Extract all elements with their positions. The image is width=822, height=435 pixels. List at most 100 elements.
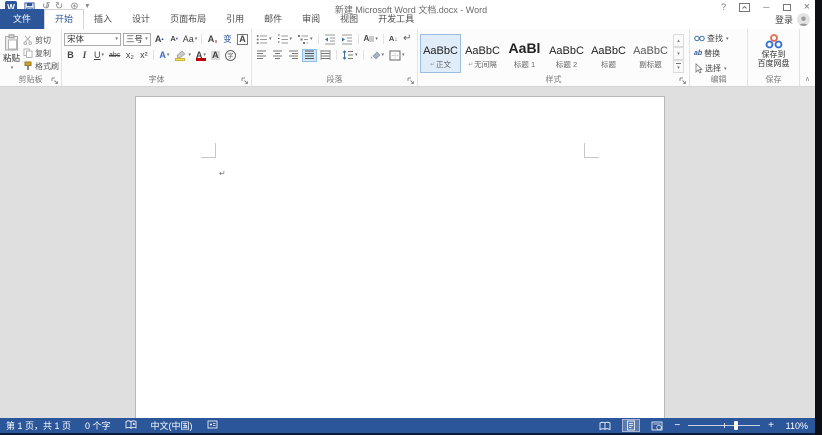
minimize-icon[interactable]: ─ — [763, 2, 769, 12]
format-painter-button[interactable]: 格式刷 — [23, 60, 59, 72]
find-button[interactable]: 查找 ▾ — [694, 32, 745, 45]
copy-button[interactable]: 复制 — [23, 47, 59, 59]
tab-references[interactable]: 引用 — [216, 9, 254, 29]
style-heading2[interactable]: AaBbC 标题 2 — [546, 34, 587, 73]
superscript-button[interactable]: x² — [137, 49, 150, 62]
justify-icon — [304, 50, 315, 60]
sort-button[interactable]: A↓ — [387, 33, 400, 46]
justify-button[interactable] — [302, 49, 317, 62]
line-spacing-button[interactable]: ▾ — [340, 49, 360, 62]
tab-developer[interactable]: 开发工具 — [368, 9, 424, 29]
proofing-status[interactable] — [125, 420, 137, 432]
zoom-slider[interactable] — [688, 419, 760, 432]
close-icon[interactable]: × — [804, 2, 810, 12]
print-layout-button[interactable] — [622, 419, 640, 432]
font-name-combobox[interactable]: 宋体▾ — [64, 33, 121, 46]
style-normal[interactable]: AaBbC ↵正文 — [420, 34, 461, 73]
zoom-in-icon[interactable]: + — [768, 421, 774, 431]
tab-review[interactable]: 审阅 — [292, 9, 330, 29]
word-count-status[interactable]: 0 个字 — [85, 419, 111, 432]
underline-button[interactable]: U▾ — [92, 49, 106, 62]
style-title[interactable]: AaBbC 标题 — [588, 34, 629, 73]
subscript-button[interactable]: x₂ — [123, 49, 136, 62]
zoom-out-icon[interactable]: − — [674, 421, 680, 431]
asian-layout-button[interactable]: A▾ — [362, 33, 380, 46]
document-page[interactable]: ↵ — [135, 96, 665, 418]
save-to-baidu-button[interactable]: 保存到 百度网盘 — [750, 32, 797, 68]
character-shading-button[interactable]: A — [209, 49, 222, 62]
styles-more-icon[interactable]: ▾ — [673, 60, 684, 73]
proofing-book-icon — [125, 420, 137, 430]
align-right-button[interactable] — [286, 49, 301, 62]
text-effects-dropdown-icon: ▾ — [167, 52, 170, 58]
style-heading1[interactable]: AaBl 标题 1 — [504, 34, 545, 73]
grow-font-button[interactable]: A▴ — [153, 33, 166, 46]
font-size-combobox[interactable]: 三号▾ — [123, 33, 151, 46]
tab-mailings[interactable]: 邮件 — [254, 9, 292, 29]
multilevel-list-button[interactable]: ▾ — [295, 33, 315, 46]
bold-button[interactable]: B — [64, 49, 77, 62]
decrease-indent-button[interactable] — [322, 33, 338, 46]
collapse-ribbon-icon[interactable]: ∧ — [805, 75, 810, 83]
borders-button[interactable]: ▾ — [387, 49, 407, 62]
paste-dropdown-icon[interactable]: ▾ — [11, 65, 14, 71]
tab-insert[interactable]: 插入 — [84, 9, 122, 29]
text-effects-button[interactable]: A▾ — [157, 49, 171, 62]
align-left-button[interactable] — [254, 49, 269, 62]
font-color-button[interactable]: A▾ — [194, 49, 208, 62]
help-icon[interactable]: ? — [721, 2, 726, 12]
align-center-button[interactable] — [270, 49, 285, 62]
numbering-button[interactable]: ▾ — [275, 33, 295, 46]
language-status[interactable]: 中文(中国) — [151, 419, 193, 432]
style-no-spacing[interactable]: AaBbC ↵无间隔 — [462, 34, 503, 73]
tab-file[interactable]: 文件 — [0, 9, 44, 29]
restore-icon[interactable] — [783, 4, 791, 11]
zoom-level[interactable]: 110% — [782, 421, 808, 431]
macro-record-status[interactable] — [207, 420, 218, 431]
style-subtitle[interactable]: AaBbC 副标题 — [630, 34, 671, 73]
shading-button[interactable]: ▾ — [367, 49, 387, 62]
document-canvas[interactable]: ↵ — [0, 87, 822, 418]
font-group: 宋体▾ 三号▾ A▴ A▾ Aa▾ A 变 A B I U▾ abc x₂ x² — [62, 29, 252, 86]
read-mode-button[interactable] — [596, 419, 614, 432]
phonetic-guide-button[interactable]: 变 — [221, 33, 234, 46]
zoom-slider-thumb[interactable] — [734, 421, 738, 430]
web-layout-button[interactable] — [648, 419, 666, 432]
styles-group-label: 样式 — [418, 74, 689, 85]
page-number-status[interactable]: 第 1 页，共 1 页 — [6, 419, 71, 432]
increase-indent-button[interactable] — [339, 33, 355, 46]
tab-design[interactable]: 设计 — [122, 9, 160, 29]
shrink-font-button[interactable]: A▾ — [168, 33, 181, 46]
styles-scroll-down-icon[interactable]: ▾ — [673, 47, 684, 60]
character-border-button[interactable]: A — [236, 33, 249, 46]
bullets-button[interactable]: ▾ — [254, 33, 274, 46]
style-preview: AaBbC — [423, 44, 458, 59]
clear-formatting-button[interactable]: A — [206, 33, 219, 46]
change-case-button[interactable]: Aa▾ — [183, 33, 198, 46]
highlight-button[interactable]: ▾ — [172, 49, 193, 62]
tab-page-layout[interactable]: 页面布局 — [160, 9, 216, 29]
paragraph-dialog-launcher-icon[interactable] — [407, 77, 415, 85]
replace-button[interactable]: ab 替换 — [694, 47, 745, 60]
align-center-icon — [272, 50, 283, 60]
show-hide-marks-button[interactable]: ↵ — [401, 33, 414, 46]
clipboard-dialog-launcher-icon[interactable] — [51, 77, 59, 85]
macro-record-icon — [207, 420, 218, 429]
underline-icon: U — [94, 51, 101, 60]
ribbon-display-options-icon[interactable] — [739, 3, 750, 12]
styles-dialog-launcher-icon[interactable] — [679, 77, 687, 85]
find-icon — [694, 34, 705, 43]
strikethrough-button[interactable]: abc — [107, 49, 122, 62]
cut-button[interactable]: 剪切 — [23, 34, 59, 46]
sign-in[interactable]: 登录 — [775, 13, 810, 26]
tab-view[interactable]: 视图 — [330, 9, 368, 29]
distribute-button[interactable] — [318, 49, 333, 62]
read-mode-icon — [599, 421, 611, 431]
styles-scroll-up-icon[interactable]: ▴ — [673, 34, 684, 47]
paste-button[interactable]: 粘贴 ▾ — [2, 32, 21, 74]
font-dialog-launcher-icon[interactable] — [241, 77, 249, 85]
bullets-dropdown-icon: ▾ — [269, 36, 272, 42]
tab-home[interactable]: 开始 — [44, 9, 84, 29]
italic-button[interactable]: I — [78, 49, 91, 62]
enclose-characters-button[interactable]: 字 — [223, 49, 238, 62]
